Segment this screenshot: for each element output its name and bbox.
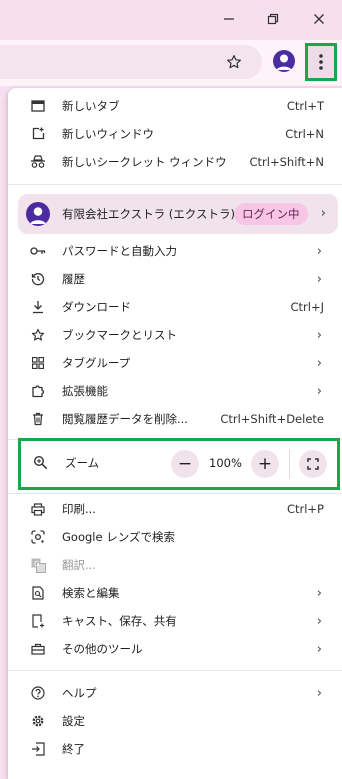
new-tab-shortcut: Ctrl+T (286, 99, 324, 113)
google-lens-label: Google レンズで検索 (62, 530, 175, 544)
divider (8, 670, 342, 671)
divider (8, 493, 342, 494)
settings-label: 設定 (62, 714, 85, 728)
translate-label: 翻訳... (62, 558, 96, 572)
find-edit-icon (30, 585, 46, 601)
kebab-icon[interactable] (305, 43, 337, 81)
menu-item-new-window[interactable]: 新しいウィンドウ Ctrl+N (8, 120, 342, 148)
google-lens-icon (30, 529, 46, 545)
clear-data-shortcut: Ctrl+Shift+Delete (220, 412, 324, 426)
new-tab-icon (30, 98, 46, 114)
gear-icon (30, 713, 46, 729)
menu-item-extensions[interactable]: 拡張機能 › (8, 377, 342, 405)
extensions-label: 拡張機能 (62, 384, 108, 398)
profile-avatar-icon (26, 202, 50, 226)
minimize-icon[interactable] (218, 8, 240, 30)
tab-groups-label: タブグループ (62, 356, 131, 370)
zoom-value: 100% (209, 456, 242, 470)
new-incognito-label: 新しいシークレット ウィンドウ (62, 155, 227, 169)
menu-item-new-tab[interactable]: 新しいタブ Ctrl+T (8, 92, 342, 120)
find-edit-label: 検索と編集 (62, 586, 120, 600)
downloads-label: ダウンロード (62, 300, 131, 314)
menu-item-passwords[interactable]: パスワードと自動入力 › (8, 237, 342, 265)
print-label: 印刷... (62, 502, 96, 516)
close-icon[interactable] (308, 8, 330, 30)
menu-item-downloads[interactable]: ダウンロード Ctrl+J (8, 293, 342, 321)
browser-toolbar (0, 40, 342, 86)
passwords-label: パスワードと自動入力 (62, 244, 177, 258)
menu-item-help[interactable]: ヘルプ › (8, 679, 342, 707)
help-icon (30, 685, 46, 701)
chevron-right-icon: › (316, 383, 322, 399)
tab-groups-icon (30, 355, 46, 371)
restore-icon[interactable] (262, 8, 284, 30)
star-icon[interactable] (222, 50, 246, 74)
menu-item-more-tools[interactable]: その他のツール › (8, 635, 342, 663)
new-incognito-shortcut: Ctrl+Shift+N (249, 155, 324, 169)
profile-avatar[interactable] (273, 50, 295, 72)
divider (8, 184, 342, 185)
divider (289, 449, 290, 479)
key-icon (30, 243, 46, 259)
menu-item-tab-groups[interactable]: タブグループ › (8, 349, 342, 377)
history-label: 履歴 (62, 272, 85, 286)
menu-item-translate[interactable]: G 翻訳... (8, 551, 342, 579)
menu-item-new-incognito[interactable]: 新しいシークレット ウィンドウ Ctrl+Shift+N (8, 148, 342, 176)
trash-icon (30, 411, 46, 427)
chevron-right-icon: › (316, 685, 322, 701)
exit-label: 終了 (62, 742, 85, 756)
chrome-menu: 新しいタブ Ctrl+T 新しいウィンドウ Ctrl+N 新しいシークレット ウ… (8, 88, 342, 779)
download-icon (30, 299, 46, 315)
printer-icon (30, 501, 46, 517)
translate-icon: G (30, 557, 46, 573)
new-window-icon (30, 126, 46, 142)
chevron-right-icon: › (320, 206, 326, 221)
menu-item-clear-data[interactable]: 閲覧履歴データを削除... Ctrl+Shift+Delete (8, 405, 342, 433)
zoom-icon (33, 455, 49, 471)
chevron-right-icon: › (316, 271, 322, 287)
menu-item-google-lens[interactable]: Google レンズで検索 (8, 523, 342, 551)
cast-save-share-label: キャスト、保存、共有 (62, 614, 177, 628)
help-label: ヘルプ (62, 686, 97, 700)
menu-item-bookmarks[interactable]: ブックマークとリスト › (8, 321, 342, 349)
zoom-row: ズーム − 100% + (18, 438, 340, 490)
menu-item-history[interactable]: 履歴 › (8, 265, 342, 293)
menu-item-exit[interactable]: 終了 (8, 735, 342, 763)
clear-data-label: 閲覧履歴データを削除... (62, 412, 188, 426)
profile-row[interactable]: 有限会社エクストラ (エクストラ) ログイン中 › (18, 194, 338, 234)
chevron-right-icon: › (316, 585, 322, 601)
print-shortcut: Ctrl+P (286, 502, 324, 516)
title-bar (0, 0, 342, 40)
more-tools-label: その他のツール (62, 642, 143, 656)
new-window-shortcut: Ctrl+N (285, 127, 324, 141)
profile-name: 有限会社エクストラ (エクストラ) (62, 207, 235, 221)
zoom-label: ズーム (65, 456, 100, 470)
downloads-shortcut: Ctrl+J (290, 300, 325, 314)
incognito-icon (30, 154, 46, 170)
puzzle-icon (30, 383, 46, 399)
chevron-right-icon: › (316, 243, 322, 259)
menu-item-settings[interactable]: 設定 (8, 707, 342, 735)
signed-in-badge: ログイン中 (234, 203, 308, 225)
toolbox-icon (30, 641, 46, 657)
menu-item-print[interactable]: 印刷... Ctrl+P (8, 495, 342, 523)
menu-item-find-edit[interactable]: 検索と編集 › (8, 579, 342, 607)
chevron-right-icon: › (316, 355, 322, 371)
new-tab-label: 新しいタブ (62, 99, 120, 113)
fullscreen-icon[interactable] (299, 450, 327, 478)
chevron-right-icon: › (316, 613, 322, 629)
exit-icon (30, 741, 46, 757)
history-icon (30, 271, 46, 287)
bookmarks-label: ブックマークとリスト (62, 328, 177, 342)
address-bar[interactable] (0, 45, 262, 79)
zoom-in-button[interactable]: + (251, 450, 279, 478)
menu-item-cast-save-share[interactable]: キャスト、保存、共有 › (8, 607, 342, 635)
svg-text:G: G (34, 560, 39, 568)
zoom-out-button[interactable]: − (171, 450, 199, 478)
save-share-icon (30, 613, 46, 629)
chevron-right-icon: › (316, 641, 322, 657)
chevron-right-icon: › (316, 327, 322, 343)
new-window-label: 新しいウィンドウ (62, 127, 154, 141)
star-outline-icon (30, 327, 46, 343)
